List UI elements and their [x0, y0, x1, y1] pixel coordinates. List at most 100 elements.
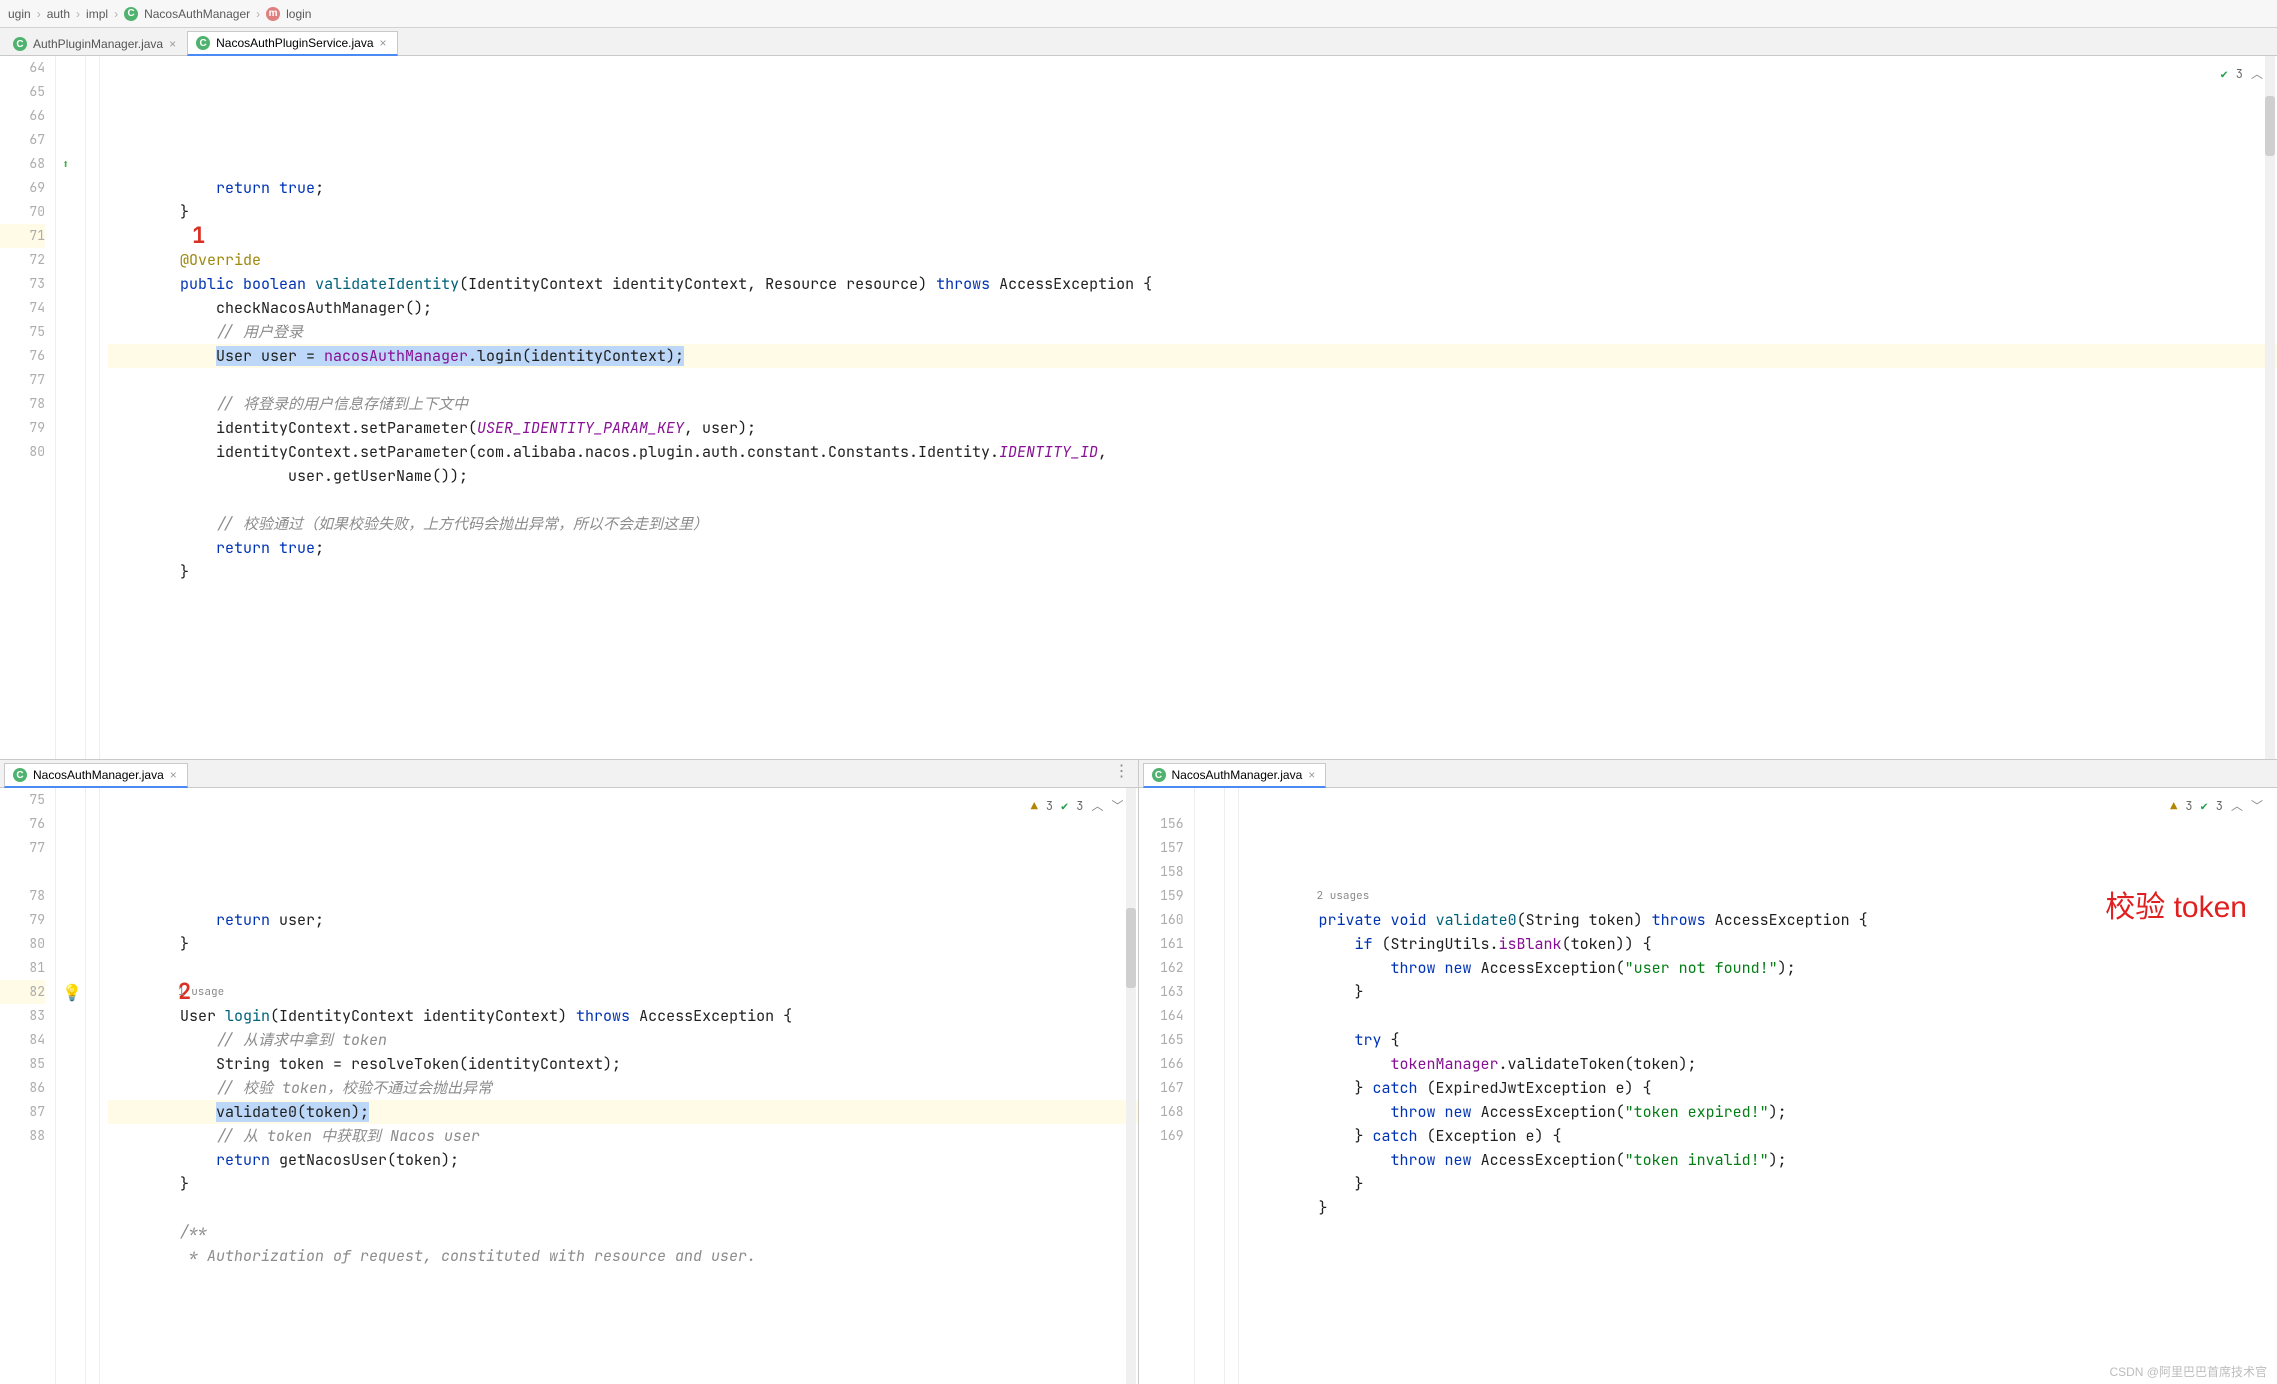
tab-nacosauthmanager[interactable]: C NacosAuthManager.java × — [1143, 763, 1327, 788]
code-editor[interactable]: 1561571581591601611621631641651661671681… — [1139, 788, 2277, 1384]
annotation-marker-1: 1 — [192, 224, 205, 248]
close-icon[interactable]: × — [380, 36, 387, 50]
code-area[interactable]: 校验 token ▲ 3 ✔ 3 ︿ ﹀ 2 usages private vo… — [1239, 788, 2277, 1384]
more-icon[interactable]: ⋮ — [1114, 764, 1130, 780]
code-line[interactable] — [108, 1196, 1138, 1220]
code-line[interactable]: checkNacosAuthManager(); — [108, 296, 2277, 320]
code-line[interactable]: throw new AccessException("token expired… — [1247, 1100, 2277, 1124]
code-line[interactable]: } — [1247, 1196, 2277, 1220]
code-line[interactable]: } — [108, 560, 2277, 584]
crumb-item[interactable]: login — [286, 7, 311, 21]
code-line[interactable]: User login(IdentityContext identityConte… — [108, 1004, 1138, 1028]
code-line[interactable]: User user = nacosAuthManager.login(ident… — [108, 344, 2277, 368]
editor-pane-bottom-left: C NacosAuthManager.java × ⋮ 757677 78798… — [0, 760, 1139, 1384]
chevron-down-icon[interactable]: ﹀ — [2251, 794, 2263, 818]
code-line[interactable]: throw new AccessException("token invalid… — [1247, 1148, 2277, 1172]
code-area[interactable]: 1 ✔ 3 ︿ return true; } @Override public … — [100, 56, 2277, 759]
code-line[interactable] — [108, 956, 1138, 980]
chevron-up-icon[interactable]: ︿ — [1091, 794, 1103, 818]
code-line[interactable]: validate0(token); — [108, 1100, 1138, 1124]
code-line[interactable]: return true; — [108, 176, 2277, 200]
code-line[interactable]: } catch (Exception e) { — [1247, 1124, 2277, 1148]
line-number: 66 — [0, 104, 45, 128]
tab-nacosauthpluginservice[interactable]: C NacosAuthPluginService.java × — [187, 31, 397, 56]
crumb-item[interactable]: impl — [86, 7, 108, 21]
code-line[interactable] — [108, 488, 2277, 512]
code-line[interactable]: tokenManager.validateToken(token); — [1247, 1052, 2277, 1076]
code-line[interactable]: 1 usage — [108, 980, 1138, 1004]
code-line[interactable]: String token = resolveToken(identityCont… — [108, 1052, 1138, 1076]
line-number: 79 — [0, 416, 45, 440]
line-number: 75 — [0, 788, 45, 812]
implements-gutter-icon[interactable]: ⬆ — [62, 156, 69, 172]
crumb-item[interactable]: ugin — [8, 7, 31, 21]
chevron-down-icon[interactable]: ﹀ — [1111, 794, 1123, 818]
line-number: 72 — [0, 248, 45, 272]
line-number: 86 — [0, 1076, 45, 1100]
code-line[interactable]: } — [1247, 1172, 2277, 1196]
code-line[interactable] — [108, 224, 2277, 248]
close-icon[interactable]: × — [169, 37, 176, 51]
inspection-summary[interactable]: ▲ 3 ✔ 3 ︿ ﹀ — [2170, 794, 2263, 818]
code-line[interactable]: if (StringUtils.isBlank(token)) { — [1247, 932, 2277, 956]
line-number — [0, 860, 45, 884]
code-line[interactable]: /** — [108, 1220, 1138, 1244]
line-number: 68 — [0, 152, 45, 176]
code-line[interactable]: // 校验 token，校验不通过会抛出异常 — [108, 1076, 1138, 1100]
code-line[interactable]: return user; — [108, 908, 1138, 932]
inspection-summary[interactable]: ✔ 3 ︿ — [2221, 62, 2263, 86]
close-icon[interactable]: × — [170, 768, 177, 782]
crumb-item[interactable]: auth — [47, 7, 70, 21]
code-line[interactable]: user.getUserName()); — [108, 464, 2277, 488]
code-line[interactable]: // 用户登录 — [108, 320, 2277, 344]
code-line[interactable]: } — [1247, 980, 2277, 1004]
tab-label: NacosAuthManager.java — [33, 768, 164, 782]
code-line[interactable]: identityContext.setParameter(USER_IDENTI… — [108, 416, 2277, 440]
tab-bar: C NacosAuthManager.java × ⋮ — [0, 760, 1138, 788]
code-line[interactable]: throw new AccessException("user not foun… — [1247, 956, 2277, 980]
code-line[interactable]: // 从 token 中获取到 Nacos user — [108, 1124, 1138, 1148]
intention-bulb-icon[interactable]: 💡 — [62, 982, 82, 1003]
fold-strip — [86, 56, 100, 759]
code-line[interactable] — [108, 368, 2277, 392]
ok-count: 3 — [2216, 794, 2223, 818]
code-line[interactable]: @Override — [108, 248, 2277, 272]
code-editor[interactable]: 757677 7879808182838485868788 💡 2 ▲ 3 ✔ … — [0, 788, 1138, 1384]
code-line[interactable]: } catch (ExpiredJwtException e) { — [1247, 1076, 2277, 1100]
check-icon: ✔ — [2201, 794, 2208, 818]
chevron-up-icon[interactable]: ︿ — [2231, 794, 2243, 818]
code-line[interactable]: return true; — [108, 536, 2277, 560]
tab-nacosauthmanager[interactable]: C NacosAuthManager.java × — [4, 763, 188, 788]
crumb-item[interactable]: NacosAuthManager — [144, 7, 250, 21]
usage-hint[interactable]: 1 usage — [178, 980, 224, 1004]
line-number: 75 — [0, 320, 45, 344]
tab-label: AuthPluginManager.java — [33, 37, 163, 51]
code-line[interactable]: return getNacosUser(token); — [108, 1148, 1138, 1172]
inspection-summary[interactable]: ▲ 3 ✔ 3 ︿ ﹀ — [1031, 794, 1124, 818]
code-line[interactable] — [1247, 1004, 2277, 1028]
code-line[interactable]: identityContext.setParameter(com.alibaba… — [108, 440, 2277, 464]
code-area[interactable]: 2 ▲ 3 ✔ 3 ︿ ﹀ return user; }1 usage U — [100, 788, 1138, 1384]
code-line[interactable]: // 校验通过（如果校验失败，上方代码会抛出异常，所以不会走到这里） — [108, 512, 2277, 536]
line-number: 77 — [0, 836, 45, 860]
usage-hint[interactable]: 2 usages — [1317, 884, 1370, 908]
code-line[interactable]: // 从请求中拿到 token — [108, 1028, 1138, 1052]
scrollbar[interactable] — [1126, 788, 1136, 1384]
code-line[interactable]: } — [108, 1172, 1138, 1196]
code-line[interactable]: * Authorization of request, constituted … — [108, 1244, 1138, 1268]
code-line[interactable]: } — [108, 200, 2277, 224]
code-line[interactable]: try { — [1247, 1028, 2277, 1052]
close-icon[interactable]: × — [1308, 768, 1315, 782]
code-line[interactable]: } — [108, 932, 1138, 956]
tab-authpluginmanager[interactable]: C AuthPluginManager.java × — [4, 32, 187, 55]
warning-icon: ▲ — [2170, 794, 2177, 818]
chevron-up-icon[interactable]: ︿ — [2251, 62, 2263, 86]
line-number: 69 — [0, 176, 45, 200]
code-line[interactable]: 2 usages — [1247, 884, 2277, 908]
check-icon: ✔ — [1061, 794, 1068, 818]
code-editor[interactable]: 6465666768697071727374757677787980 ⬆ 1 ✔… — [0, 56, 2277, 759]
scrollbar[interactable] — [2265, 56, 2275, 759]
code-line[interactable]: // 将登录的用户信息存储到上下文中 — [108, 392, 2277, 416]
code-line[interactable] — [1247, 1220, 2277, 1244]
code-line[interactable]: public boolean validateIdentity(Identity… — [108, 272, 2277, 296]
